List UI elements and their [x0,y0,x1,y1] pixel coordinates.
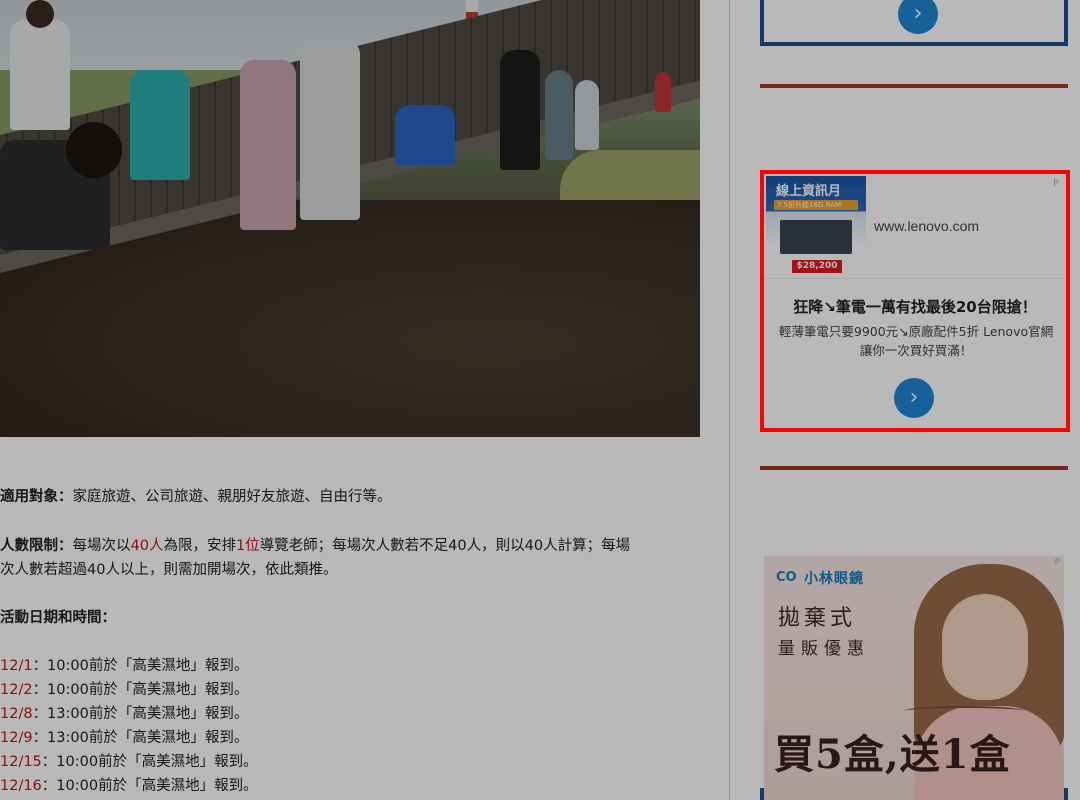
schedule-date: 12/9 [0,730,33,746]
schedule-item: 12/8：13:00前於「高美濕地」報到。 [0,702,700,726]
chevron-right-icon[interactable]: › [898,0,938,34]
headcount-highlight: 1位 [235,538,260,554]
schedule-item: 12/1：10:00前於「高美濕地」報到。 [0,654,700,678]
adchoices-icon[interactable]: P [1055,558,1060,568]
schedule-text: ：13:00前於「高美濕地」報到。 [32,730,249,746]
headcount-text: 為限，安排 [163,538,236,554]
schedule-date: 12/16 [0,778,42,794]
schedule-date: 12/2 [0,682,33,698]
headcount-label: 人數限制： [0,538,73,554]
schedule-date: 12/8 [0,706,33,722]
ad-highlight-frame [760,170,1070,432]
flourish-ornament [904,706,1024,716]
schedule-item: 12/16：10:00前於「高美濕地」報到。 [0,774,700,798]
kobayashi-ad[interactable]: CO 小林眼鏡 拋棄式 量販優惠 買5盒,送1盒 P [764,556,1064,800]
schedule-text: ：10:00前於「高美濕地」報到。 [32,682,249,698]
column-divider [729,0,730,800]
headcount-line: 人數限制：每場次以40人為限，安排1位導覽老師；每場次人數若不足40人，則以40… [0,534,700,558]
top-ad-card[interactable]: › [760,0,1068,46]
kobayashi-promo: 買5盒,送1盒 [774,731,1011,778]
photo-person [66,122,122,178]
photo-person [395,105,455,165]
photo-person [26,0,54,28]
headcount-highlight: 40人 [130,538,164,554]
photo-person [130,70,190,180]
headcount-text: 導覽老師；每場次人數若不足40人，則以40人計算；每場 [259,538,631,554]
schedule-text: ：13:00前於「高美濕地」報到。 [32,706,249,722]
ad-frame-edge [760,788,764,800]
kobayashi-tagline: 拋棄式 [778,606,857,631]
schedule-text: ：10:00前於「高美濕地」報到。 [41,778,258,794]
audience-line: 適用對象：家庭旅遊、公司旅遊、親朋好友旅遊、自由行等。 [0,485,700,509]
headcount-text: 每場次以 [72,538,131,554]
ad-frame-edge [1064,788,1068,800]
photo-person [545,70,573,160]
photo-person [575,80,599,150]
headcount-line-2: 次人數若超過40人以上，則需加開場次，依此類推。 [0,562,338,578]
sidebar-separator [760,466,1068,470]
kobayashi-tagline: 量販優惠 [778,639,870,659]
kobayashi-logo-icon: CO [776,570,797,585]
article-photo [0,0,700,437]
kobayashi-brand: 小林眼鏡 [804,571,864,587]
photo-person [300,40,360,220]
photo-person [10,20,70,130]
schedule-date: 12/1 [0,658,33,674]
schedule-item: 12/15：10:00前於「高美濕地」報到。 [0,750,700,774]
schedule-date: 12/15 [0,754,42,770]
audience-label: 適用對象： [0,489,73,505]
schedule-heading: 活動日期和時間： [0,610,116,626]
model-photo [942,594,1028,700]
audience-text: 家庭旅遊、公司旅遊、親朋好友旅遊、自由行等。 [72,489,392,505]
schedule-text: ：10:00前於「高美濕地」報到。 [32,658,249,674]
sidebar-separator [760,84,1068,88]
photo-person [655,72,671,112]
schedule-item: 12/2：10:00前於「高美濕地」報到。 [0,678,700,702]
schedule-item: 12/9：13:00前於「高美濕地」報到。 [0,726,700,750]
photo-person [500,50,540,170]
photo-person [240,60,296,230]
schedule-text: ：10:00前於「高美濕地」報到。 [41,754,258,770]
